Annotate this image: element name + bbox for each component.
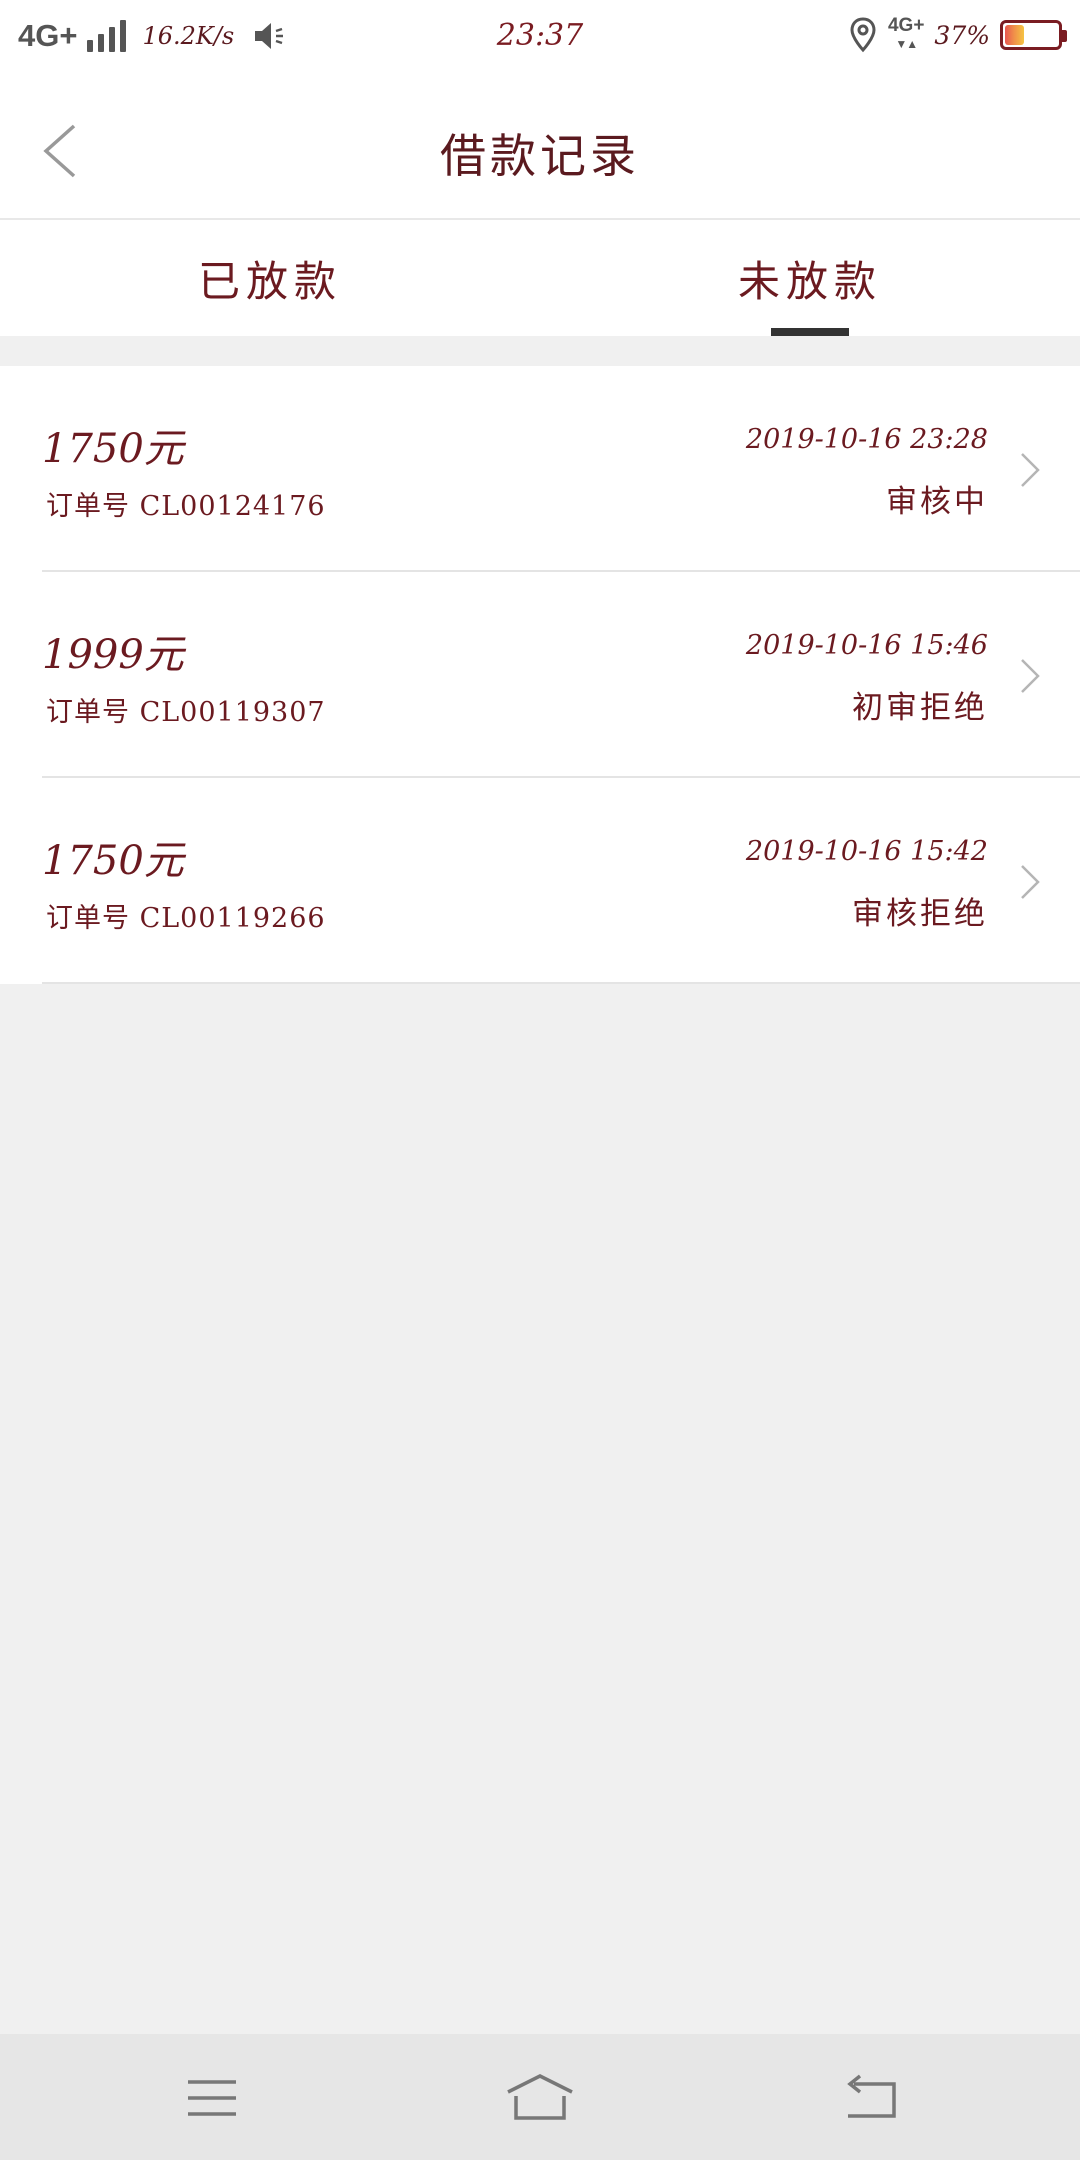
location-icon: [850, 17, 876, 53]
record-row[interactable]: 1750元 订单号 CL00119266 2019-10-16 15:42 审核…: [0, 778, 1080, 984]
page-title: 借款记录: [440, 129, 640, 183]
record-row[interactable]: 1750元 订单号 CL00124176 2019-10-16 23:28 审核…: [0, 366, 1080, 572]
home-icon[interactable]: [504, 2072, 576, 2124]
system-nav-bar: [0, 2034, 1080, 2160]
tab-not-disbursed[interactable]: 未放款: [540, 220, 1080, 336]
record-datetime: 2019-10-16 15:46: [745, 630, 988, 661]
data-network-icon: 4G+ ▼▲: [887, 15, 925, 51]
header: 借款记录: [0, 76, 1080, 220]
menu-icon[interactable]: [182, 2072, 242, 2124]
battery-fill: [1005, 25, 1024, 45]
battery-percent: 37%: [934, 20, 990, 50]
record-status: 初审拒绝: [852, 690, 988, 726]
back-icon[interactable]: [840, 2072, 900, 2124]
tab-indicator: [771, 328, 849, 336]
record-order-number: 订单号 CL00124176: [46, 491, 326, 522]
tab-disbursed-label: 已放款: [197, 256, 342, 306]
status-right: 4G+ ▼▲ 37%: [848, 15, 1067, 54]
record-datetime: 2019-10-16 23:28: [745, 424, 988, 455]
tab-bar: 已放款 未放款: [0, 220, 1080, 336]
divider: [42, 982, 1080, 984]
chevron-right-icon: [1021, 453, 1040, 487]
record-amount: 1999元: [42, 632, 184, 678]
record-amount: 1750元: [42, 426, 184, 472]
battery-icon: [1000, 20, 1067, 50]
screen: 4G+ 16.2K/s 23:37 4G+ ▼▲ 37% 借款记录 已放款 未放…: [0, 0, 1080, 2160]
record-order-number: 订单号 CL00119307: [46, 697, 326, 728]
chevron-right-icon: [1021, 659, 1040, 693]
record-order-number: 订单号 CL00119266: [46, 903, 326, 934]
record-amount: 1750元: [42, 838, 184, 884]
data-network-label: 4G+: [887, 15, 925, 36]
tab-not-disbursed-label: 未放款: [737, 256, 882, 306]
status-bar: 4G+ 16.2K/s 23:37 4G+ ▼▲ 37%: [0, 0, 1080, 76]
record-status: 审核拒绝: [852, 896, 988, 932]
chevron-right-icon: [1021, 865, 1040, 899]
record-datetime: 2019-10-16 15:42: [745, 836, 988, 867]
tab-disbursed[interactable]: 已放款: [0, 220, 540, 336]
record-row[interactable]: 1999元 订单号 CL00119307 2019-10-16 15:46 初审…: [0, 572, 1080, 778]
record-list: 1750元 订单号 CL00124176 2019-10-16 23:28 审核…: [0, 366, 1080, 984]
record-status: 审核中: [886, 484, 988, 520]
